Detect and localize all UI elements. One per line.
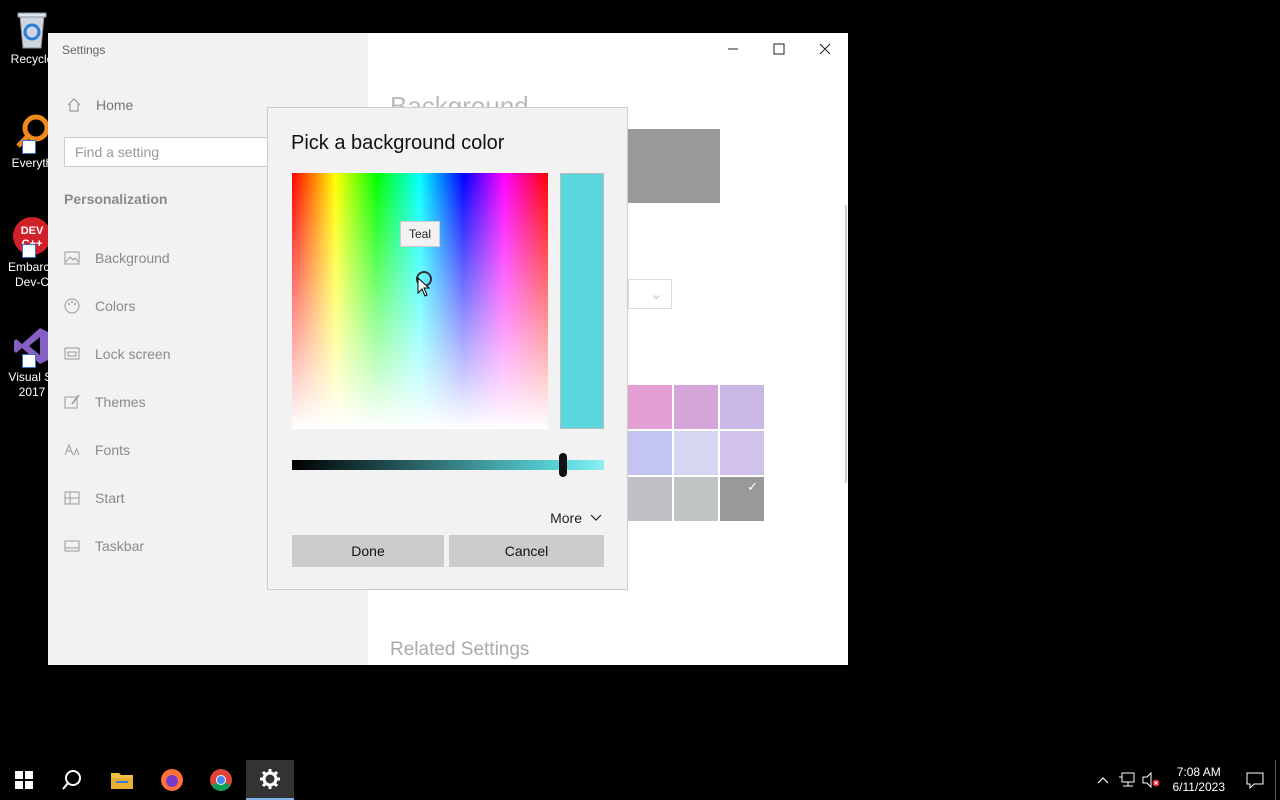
color-swatch[interactable] (720, 385, 764, 429)
minimize-button[interactable] (710, 33, 756, 65)
scrollbar[interactable] (845, 205, 847, 483)
notification-icon (1246, 772, 1264, 789)
start-button[interactable] (0, 760, 48, 800)
settings-taskbar-button[interactable] (246, 760, 294, 800)
visual-studio-icon (12, 326, 52, 368)
color-name-tooltip: Teal (400, 221, 441, 247)
show-desktop-button[interactable] (1275, 760, 1280, 800)
sidebar-item-start[interactable]: Start (64, 488, 125, 508)
start-menu-icon (64, 490, 80, 506)
lock-screen-icon (64, 346, 80, 362)
home-label: Home (96, 97, 134, 113)
sidebar-item-colors[interactable]: Colors (64, 296, 135, 316)
color-swatch[interactable] (674, 431, 718, 475)
system-tray: 7:08 AM 6/11/2023 (1091, 760, 1280, 800)
home-nav-item[interactable]: Home (66, 97, 133, 113)
color-swatch[interactable]: ✓ (720, 477, 764, 521)
chrome-button[interactable] (197, 760, 245, 800)
shortcut-arrow-icon (22, 244, 36, 258)
more-label: More (550, 510, 582, 526)
fonts-icon (64, 442, 80, 458)
done-button[interactable]: Done (292, 535, 444, 567)
sidebar-item-lock-screen[interactable]: Lock screen (64, 344, 170, 364)
section-header: Personalization (64, 191, 168, 207)
everything-search-icon (12, 112, 52, 154)
sidebar-item-background[interactable]: Background (64, 248, 170, 268)
recycle-bin-icon (12, 8, 52, 49)
file-explorer-button[interactable] (98, 760, 146, 800)
firefox-button[interactable] (148, 760, 196, 800)
chevron-down-icon: ⌄ (649, 286, 663, 303)
background-dropdown[interactable]: ⌄ (628, 279, 672, 309)
color-swatch[interactable] (720, 431, 764, 475)
firefox-icon (161, 769, 183, 791)
color-swatch[interactable] (628, 477, 672, 521)
network-button[interactable] (1115, 772, 1139, 788)
color-spectrum[interactable]: Teal (292, 173, 548, 429)
search-button[interactable] (48, 760, 96, 800)
maximize-button[interactable] (756, 33, 802, 65)
color-swatch[interactable] (674, 477, 718, 521)
volume-muted-icon (1142, 772, 1159, 788)
shortcut-arrow-icon (22, 354, 36, 368)
windows-start-icon (15, 771, 33, 789)
devcpp-icon: DEVC++ (12, 216, 52, 258)
window-controls (710, 33, 848, 65)
sidebar-item-fonts[interactable]: Fonts (64, 440, 130, 460)
sidebar-item-label: Colors (95, 298, 136, 314)
sidebar-item-label: Fonts (95, 442, 131, 458)
checkmark-icon: ✓ (747, 479, 758, 494)
background-preview (628, 129, 720, 203)
settings-gear-icon (260, 769, 280, 789)
close-icon (819, 43, 831, 55)
related-settings-heading: Related Settings (390, 639, 530, 660)
palette-icon (64, 298, 80, 314)
dialog-title: Pick a background color (291, 132, 505, 154)
search-placeholder: Find a setting (75, 144, 160, 160)
sidebar-item-label: Taskbar (95, 538, 145, 554)
selected-color-preview (560, 173, 604, 429)
sidebar-item-label: Background (95, 250, 170, 266)
mouse-cursor-icon (417, 277, 431, 297)
home-icon (66, 97, 82, 113)
color-swatch[interactable] (628, 431, 672, 475)
color-swatch[interactable] (674, 385, 718, 429)
volume-button[interactable] (1139, 772, 1163, 788)
more-button[interactable]: More (550, 510, 602, 526)
color-picker-dialog: Pick a background color Teal More Done C… (267, 107, 628, 590)
clock[interactable]: 7:08 AM 6/11/2023 (1173, 765, 1226, 795)
brightness-slider-thumb[interactable] (559, 453, 568, 477)
show-hidden-icons-button[interactable] (1091, 776, 1115, 784)
sidebar-item-themes[interactable]: Themes (64, 392, 146, 412)
clock-time: 7:08 AM (1176, 765, 1221, 779)
color-swatch-grid: ✓ (628, 385, 764, 521)
close-button[interactable] (802, 33, 848, 65)
color-swatch[interactable] (628, 385, 672, 429)
file-explorer-icon (111, 773, 133, 789)
svg-text:DEV: DEV (21, 225, 44, 237)
taskbar: 7:08 AM 6/11/2023 (0, 760, 1280, 800)
themes-icon (64, 394, 80, 410)
cancel-button[interactable]: Cancel (449, 535, 604, 567)
chevron-up-icon (1097, 777, 1108, 784)
action-center-button[interactable] (1235, 771, 1275, 789)
chrome-icon (210, 769, 232, 791)
search-icon (62, 770, 81, 790)
sidebar-item-label: Themes (95, 394, 146, 410)
chevron-down-icon (590, 511, 602, 525)
picture-icon (64, 250, 80, 266)
sidebar-item-taskbar[interactable]: Taskbar (64, 536, 144, 556)
network-icon (1118, 772, 1134, 787)
shortcut-arrow-icon (22, 140, 36, 154)
clock-date: 6/11/2023 (1172, 780, 1226, 794)
minimize-icon (728, 48, 738, 50)
sidebar-item-label: Lock screen (95, 346, 171, 362)
find-setting-input[interactable]: Find a setting (64, 137, 274, 167)
taskbar-icon (64, 538, 80, 554)
maximize-icon (773, 43, 785, 55)
sidebar-item-label: Start (95, 490, 125, 506)
window-title: Settings (62, 43, 106, 57)
brightness-slider[interactable] (292, 460, 604, 470)
